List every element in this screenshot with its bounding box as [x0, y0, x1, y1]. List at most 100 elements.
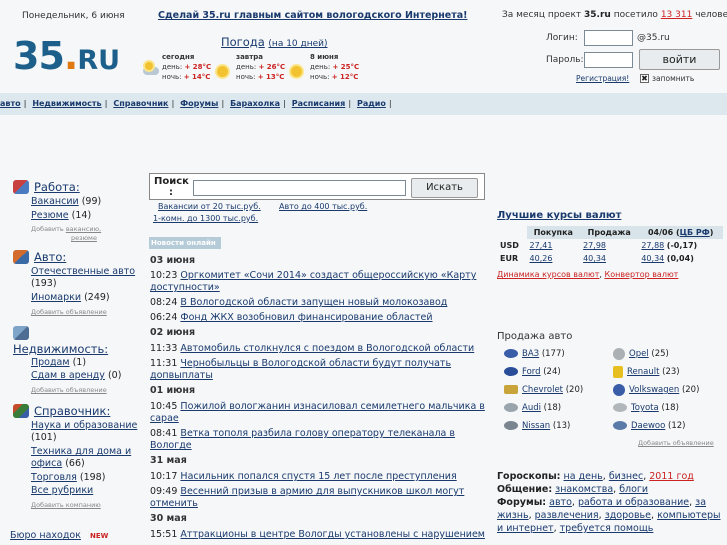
sprav-add-link[interactable]: Добавить компанию — [31, 501, 101, 509]
search-input[interactable] — [193, 180, 406, 196]
search-hint-vacancies[interactable]: Вакансии от 20 тыс.руб. — [158, 202, 261, 211]
rates-table: Покупка Продажа 04/06 (ЦБ РФ) USD 27,41 … — [497, 226, 723, 265]
sun-icon — [291, 66, 302, 77]
search-hint-auto[interactable]: Авто до 400 тыс.руб. — [279, 202, 367, 211]
rate-row-eur: EUR 40,26 40,34 40,34 (0,04) — [500, 254, 694, 263]
new-badge: NEW — [90, 532, 109, 540]
weather-today: сегодня день: + 28°С ночь: + 14°С — [162, 53, 212, 81]
weather-title: Погода (на 10 дней) — [221, 35, 328, 49]
login-input[interactable] — [584, 30, 633, 46]
car-item: Opel (25) — [613, 345, 699, 363]
login-domain: @35.ru — [637, 33, 670, 43]
weather-day3: 8 июня день: + 25°С ночь: + 12°С — [310, 53, 360, 81]
sun-icon — [145, 62, 153, 70]
buro-link[interactable]: Бюро находок — [10, 530, 81, 541]
rates-converter-link[interactable]: Конвертор валют — [605, 270, 679, 279]
news-date: 30 мая — [150, 513, 187, 524]
avto-add-link[interactable]: Добавить объявление — [31, 308, 107, 316]
login-button[interactable]: войти — [639, 49, 720, 70]
promo-link[interactable]: Сделай 35.ru главным сайтом вологодского… — [158, 10, 468, 21]
nedv-item-rent: Сдам в аренду (0) — [31, 370, 122, 381]
site-logo[interactable]: 35.RU — [13, 34, 120, 78]
rabota-add: Добавить вакансию, резюме — [31, 225, 102, 242]
news-item: 08:41 Ветка тополя разбила голову операт… — [150, 428, 455, 451]
avto-item-domestic: Отечественные авто (193) — [31, 266, 136, 289]
nissan-logo-icon — [504, 421, 518, 430]
books-icon — [13, 404, 29, 418]
ford-logo-icon — [504, 367, 518, 376]
register-link[interactable]: Регистрация! — [576, 74, 629, 83]
cars-add-link[interactable]: Добавить объявление — [638, 439, 714, 447]
section-rabota[interactable]: Работа: — [34, 180, 80, 194]
news-item: 10:17 Насильник попался спустя 15 лет по… — [150, 471, 457, 482]
col-buy: Покупка — [526, 226, 581, 239]
news-item: 15:51 Аттракционы в центре Вологды устан… — [150, 529, 485, 540]
search-hint-flat[interactable]: 1-комн. до 1300 тыс.руб. — [153, 214, 258, 223]
sprav-item-science: Наука и образование (101) — [31, 420, 138, 443]
visitor-count[interactable]: 13 311 — [661, 10, 693, 20]
rates-title[interactable]: Лучшие курсы валют — [497, 210, 621, 221]
rabota-icon — [13, 180, 29, 194]
car-icon — [13, 250, 29, 264]
weather-link[interactable]: Погода — [221, 35, 265, 49]
car-item: Toyota (18) — [613, 399, 699, 417]
weather-10days-link[interactable]: (на 10 дней) — [268, 39, 327, 49]
house-icon — [13, 326, 29, 340]
community-block: Гороскопы: на день, бизнес, 2011 год Общ… — [497, 470, 725, 535]
search-button[interactable]: Искать — [411, 178, 478, 198]
section-avto[interactable]: Авто: — [34, 250, 66, 264]
toyota-logo-icon — [613, 403, 627, 412]
opel-logo-icon — [613, 347, 625, 360]
news-date: 31 мая — [150, 455, 187, 466]
weather-tomorrow: завтра день: + 26°С ночь: + 13°С — [236, 53, 286, 81]
car-item: Renault (23) — [613, 363, 699, 381]
section-sprav[interactable]: Справочник: — [34, 404, 110, 418]
news-date: 01 июня — [150, 385, 196, 396]
rate-row-usd: USD 27,41 27,98 27,88 (-0,17) — [500, 241, 698, 250]
news-date: 03 июня — [150, 255, 196, 266]
sprav-item-all: Все рубрики — [31, 485, 94, 496]
sun-icon — [217, 66, 228, 77]
news-date: 02 июня — [150, 327, 196, 338]
login-label: Логин: — [546, 33, 578, 43]
col-cb: 04/06 (ЦБ РФ) — [638, 226, 723, 239]
rates-links: Динамика курсов валют, Конвертор валют — [497, 270, 679, 279]
main-navbar: авто | Недвижимость | Справочник | Форумы | … — [0, 93, 727, 115]
nav-forums[interactable]: Форумы — [180, 99, 218, 108]
news-online-tag: Новости онлайн — [149, 237, 221, 249]
rabota-item-resume: Резюме (14) — [31, 210, 92, 221]
rates-dynamics-link[interactable]: Динамика курсов валют — [497, 270, 599, 279]
vaz-logo-icon — [504, 349, 518, 358]
avto-item-foreign: Иномарки (249) — [31, 292, 110, 303]
news-item: 08:24 В Вологодской области запущен новы… — [150, 297, 448, 308]
nav-schedules[interactable]: Расписания — [292, 99, 346, 108]
news-item: 09:49 Весенний призыв в армию для выпуск… — [150, 486, 465, 509]
volkswagen-logo-icon — [613, 383, 625, 396]
remember-label: запомнить — [652, 74, 695, 83]
remember-checkbox[interactable]: ✖ — [640, 74, 649, 83]
car-item: Volkswagen (20) — [613, 381, 699, 399]
nav-flea[interactable]: Барахолка — [230, 99, 280, 108]
cars-title: Продажа авто — [497, 331, 573, 342]
nedv-add-link[interactable]: Добавить объявление — [31, 386, 107, 394]
sprav-item-tech: Техника для дома и офиса (66) — [31, 446, 132, 469]
section-nedv[interactable]: Недвижимость: — [13, 342, 108, 356]
news-item: 10:23 Оргкомитет «Сочи 2014» создаст общ… — [150, 270, 477, 293]
nav-auto[interactable]: авто — [0, 99, 21, 108]
nedv-item-sell: Продам (1) — [31, 357, 87, 368]
password-input[interactable] — [584, 52, 633, 68]
col-sell: Продажа — [580, 226, 639, 239]
visitor-stats: За месяц проект 35.ru посетило 13 311 че… — [502, 10, 727, 20]
cars-left-list: ВАЗ (177) Ford (24) Chevrolet (20) Audi … — [504, 345, 583, 435]
nav-directory[interactable]: Справочник — [113, 99, 168, 108]
password-label: Пароль: — [546, 55, 584, 65]
car-item: Daewoo (12) — [613, 417, 699, 435]
sprav-item-trade: Торговля (198) — [31, 472, 106, 483]
forums-row: Форумы: авто, работа и образование, за ж… — [497, 497, 721, 534]
news-item: 11:31 Чернобыльцы в Вологодской области … — [150, 358, 452, 381]
social-row: Общение: знакомства, блоги — [497, 484, 649, 495]
nav-radio[interactable]: Радио — [357, 99, 386, 108]
horoscope-row: Гороскопы: на день, бизнес, 2011 год — [497, 471, 694, 482]
car-item: Ford (24) — [504, 363, 583, 381]
nav-realty[interactable]: Недвижимость — [32, 99, 101, 108]
